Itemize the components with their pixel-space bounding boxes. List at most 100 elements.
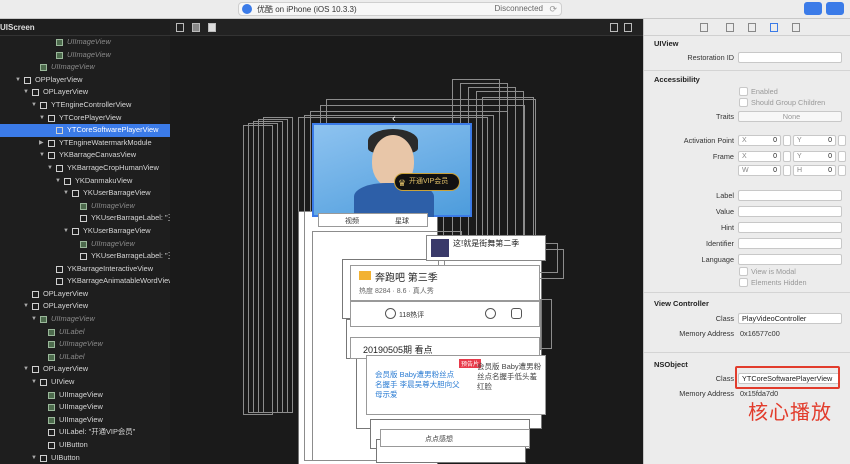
barrage-item[interactable]: 这!就是街舞第二季 — [426, 235, 546, 261]
disclosure-open-icon[interactable]: ▼ — [39, 112, 47, 125]
left-panel-toggle[interactable] — [804, 2, 822, 15]
frame-y-field[interactable]: Y0 — [793, 151, 836, 162]
tab-star[interactable]: 星球 — [395, 216, 409, 226]
tree-row[interactable]: OPLayerView — [0, 288, 170, 301]
resize-icon[interactable] — [610, 23, 618, 32]
stepper[interactable] — [838, 165, 846, 176]
tree-row[interactable]: ▼ YTCorePlayerView — [0, 112, 170, 125]
tree-row[interactable]: UILabel — [0, 326, 170, 339]
right-panel-toggle[interactable] — [826, 2, 844, 15]
tree-row[interactable]: UIImageView — [0, 338, 170, 351]
disclosure-open-icon[interactable]: ▼ — [23, 300, 31, 313]
stepper[interactable] — [838, 151, 846, 162]
tree-row[interactable]: ▼ YKBarrageCanvasView — [0, 149, 170, 162]
file-icon[interactable] — [700, 23, 708, 32]
refresh-icon[interactable]: ⟳ — [549, 4, 557, 15]
both-icon[interactable] — [208, 23, 216, 32]
disclosure-closed-icon[interactable]: ▶ — [39, 137, 47, 150]
tree-row[interactable]: UILabel: "开通VIP会员" — [0, 426, 170, 439]
split-icon[interactable] — [624, 23, 632, 32]
disclosure-open-icon[interactable]: ▼ — [63, 225, 71, 238]
group-children-checkbox[interactable] — [739, 98, 748, 107]
comment-count[interactable]: 118热评 — [399, 310, 424, 320]
object-icon[interactable] — [748, 23, 756, 32]
download-icon[interactable] — [511, 308, 522, 319]
stepper[interactable] — [783, 165, 791, 176]
tree-row[interactable]: ▼ OPPlayerView — [0, 74, 170, 87]
activation-x-field[interactable]: X0 — [738, 135, 781, 146]
disclosure-open-icon[interactable]: ▼ — [23, 363, 31, 376]
stepper[interactable] — [838, 135, 846, 146]
hidden-checkbox[interactable] — [739, 278, 748, 287]
disclosure-open-icon[interactable]: ▼ — [31, 313, 39, 326]
disclosure-open-icon[interactable]: ▼ — [31, 452, 39, 464]
tree-row[interactable]: ▼ YKBarrageCropHumanView — [0, 162, 170, 175]
tree-row[interactable]: YKBarrageInteractiveView — [0, 263, 170, 276]
disclosure-open-icon[interactable]: ▼ — [23, 86, 31, 99]
vc-class-field[interactable]: PlayVideoController — [738, 313, 842, 324]
enabled-checkbox[interactable] — [739, 87, 748, 96]
tree-row[interactable]: UIImageView — [0, 389, 170, 402]
view-canvas[interactable]: ‹ ♛ 开通VIP会员 这!就是街舞第二季 视频 星球 奔跑吧 第三季 热度 8… — [170, 19, 643, 464]
wireframe-icon[interactable] — [176, 23, 184, 32]
tree-row[interactable]: UIImageView — [0, 401, 170, 414]
frame-w-field[interactable]: W0 — [738, 165, 781, 176]
disclosure-open-icon[interactable]: ▼ — [63, 187, 71, 200]
disclosure-open-icon[interactable]: ▼ — [31, 99, 39, 112]
layer-outline[interactable] — [540, 299, 552, 349]
a11y-hint-field[interactable] — [738, 222, 842, 233]
tree-row[interactable]: ▼ UIButton — [0, 452, 170, 464]
tree-row[interactable]: ▼ OPLayerView — [0, 363, 170, 376]
layer-outline[interactable] — [263, 117, 293, 413]
tree-row[interactable]: UIImageView — [0, 200, 170, 213]
disclosure-open-icon[interactable]: ▼ — [15, 74, 23, 87]
tree-row[interactable]: YKUserBarrageLabel: "王 — [0, 250, 170, 263]
a11y-value-field[interactable] — [738, 206, 842, 217]
tree-row[interactable]: ▼ UIView — [0, 376, 170, 389]
tree-row[interactable]: UIButton — [0, 439, 170, 452]
help-icon[interactable] — [726, 23, 734, 32]
video-player-view[interactable] — [312, 123, 472, 217]
vip-button[interactable]: ♛ 开通VIP会员 — [394, 173, 460, 191]
tree-row[interactable]: ▼ YKUserBarrageView — [0, 187, 170, 200]
tree-row[interactable]: YKUserBarrageLabel: "王 — [0, 212, 170, 225]
traits-field[interactable]: None — [738, 111, 842, 122]
tree-row[interactable]: ▼ UIImageView — [0, 313, 170, 326]
tree-row[interactable]: UILabel — [0, 351, 170, 364]
tree-row[interactable]: ▼ OPLayerView — [0, 86, 170, 99]
tree-row[interactable]: YTCoreSoftwarePlayerView — [0, 124, 170, 137]
disclosure-open-icon[interactable]: ▼ — [55, 175, 63, 188]
tree-row[interactable]: YKBarrageAnimatableWordView — [0, 275, 170, 288]
activation-y-field[interactable]: Y0 — [793, 135, 836, 146]
back-chevron-icon[interactable]: ‹ — [392, 113, 396, 125]
size-icon[interactable] — [770, 23, 778, 32]
frame-x-field[interactable]: X0 — [738, 151, 781, 162]
tree-row[interactable]: UIImageView — [0, 61, 170, 74]
content-icon[interactable] — [192, 23, 200, 32]
disclosure-open-icon[interactable]: ▼ — [31, 376, 39, 389]
tree-row[interactable]: ▼ YKUserBarrageView — [0, 225, 170, 238]
tree-row[interactable]: UIImageView — [0, 238, 170, 251]
a11y-language-field[interactable] — [738, 254, 842, 265]
comment-icon[interactable] — [385, 308, 396, 319]
a11y-label-field[interactable] — [738, 190, 842, 201]
tree-row[interactable]: UIImageView — [0, 414, 170, 427]
frame-h-field[interactable]: H0 — [793, 165, 836, 176]
modal-checkbox[interactable] — [739, 267, 748, 276]
tab-video[interactable]: 视频 — [345, 216, 359, 226]
tree-row[interactable]: ▶ YTEngineWatermarkModule — [0, 137, 170, 150]
tree-row[interactable]: ▼ YTEngineControllerView — [0, 99, 170, 112]
disclosure-open-icon[interactable]: ▼ — [47, 162, 55, 175]
restoration-id-field[interactable] — [738, 52, 842, 63]
tree-row[interactable]: ▼ YKDanmakuView — [0, 175, 170, 188]
tree-row[interactable]: ▼ OPLayerView — [0, 300, 170, 313]
stepper[interactable] — [783, 135, 791, 146]
share-icon[interactable] — [485, 308, 496, 319]
disclosure-open-icon[interactable]: ▼ — [39, 149, 47, 162]
a11y-identifier-field[interactable] — [738, 238, 842, 249]
layer-icon[interactable] — [792, 23, 800, 32]
tree-row[interactable]: UIImageView — [0, 36, 170, 49]
recommendation-card[interactable]: 预告片 会员版 Baby遭男粉丝点名握手 李晨吴尊大胆向父母示爱 会员版 Bab… — [366, 355, 546, 415]
stepper[interactable] — [783, 151, 791, 162]
tree-row[interactable]: UIImageView — [0, 49, 170, 62]
